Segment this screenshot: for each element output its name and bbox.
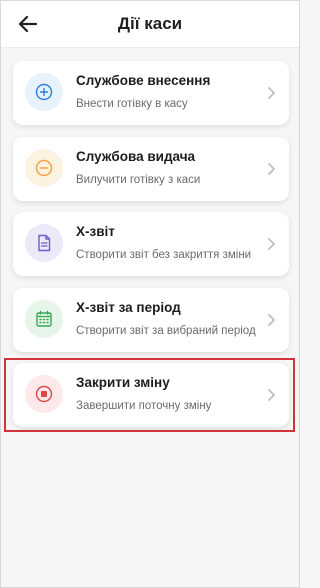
- document-icon: [38, 234, 51, 252]
- close-shift-card[interactable]: Закрити зміну Завершити поточну зміну: [13, 363, 289, 427]
- x-report-period-title: Х-звіт за період: [76, 300, 181, 315]
- service-withdrawal-icon-bg: [25, 149, 63, 187]
- close-shift-title: Закрити зміну: [76, 375, 170, 390]
- close-shift-subtitle: Завершити поточну зміну: [76, 400, 212, 412]
- x-report-period-subtitle: Створити звіт за вибраний період: [76, 325, 256, 337]
- calendar-icon: [36, 310, 52, 327]
- x-report-period-icon-bg: [25, 300, 63, 338]
- chevron-right-icon: [268, 389, 275, 401]
- cash-register-actions-screen: Дії каси Службове внесення Внести готівк…: [0, 0, 300, 588]
- stop-circle-icon: [35, 385, 53, 403]
- x-report-icon-bg: [25, 224, 63, 262]
- x-report-subtitle: Створити звіт без закриття зміни: [76, 249, 252, 261]
- service-deposit-icon-bg: [25, 73, 63, 111]
- chevron-right-icon: [268, 87, 275, 99]
- close-shift-icon-bg: [25, 375, 63, 413]
- service-deposit-subtitle: Внести готівку в касу: [76, 98, 188, 110]
- service-deposit-title: Службове внесення: [76, 73, 211, 88]
- minus-circle-icon: [35, 159, 53, 177]
- service-deposit-card[interactable]: Службове внесення Внести готівку в касу: [13, 61, 289, 125]
- app-header: Дії каси: [1, 1, 299, 47]
- chevron-right-icon: [268, 238, 275, 250]
- page-title: Дії каси: [117, 14, 183, 33]
- x-report-period-card[interactable]: Х-звіт за період Створити звіт за вибран…: [13, 288, 289, 352]
- x-report-card[interactable]: Х-звіт Створити звіт без закриття зміни: [13, 212, 289, 276]
- chevron-right-icon: [268, 163, 275, 175]
- chevron-right-icon: [268, 314, 275, 326]
- service-withdrawal-title: Службова видача: [76, 149, 196, 164]
- plus-circle-icon: [35, 83, 53, 101]
- service-withdrawal-card[interactable]: Службова видача Вилучити готівку з каси: [13, 137, 289, 201]
- service-withdrawal-subtitle: Вилучити готівку з каси: [76, 174, 201, 186]
- x-report-title: Х-звіт: [76, 224, 115, 239]
